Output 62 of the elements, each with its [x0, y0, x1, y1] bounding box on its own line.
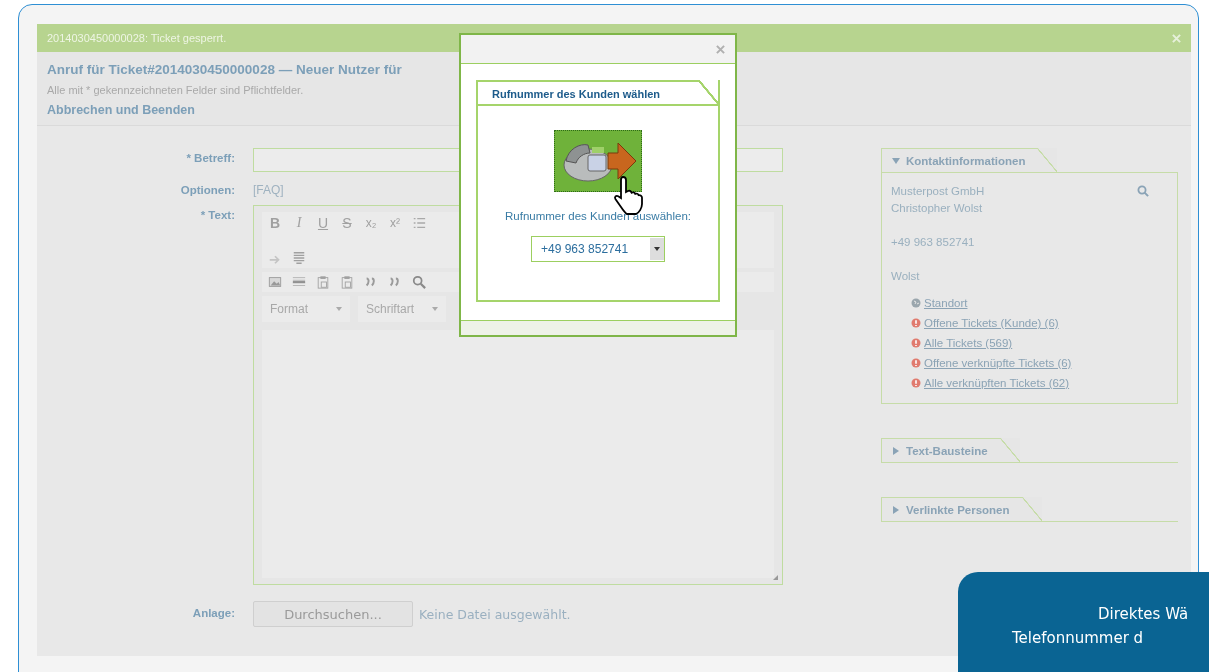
- cancel-link[interactable]: Abbrechen und Beenden: [47, 103, 195, 117]
- field-label: * Betreff:: [185, 151, 235, 166]
- editor-dropdown[interactable]: Schriftart: [358, 296, 446, 322]
- format-button[interactable]: U: [316, 215, 330, 231]
- ticket-link[interactable]: Offene verknüpfte Tickets (6): [924, 357, 1072, 369]
- panel-title: Verlinkte Personen: [906, 503, 1010, 516]
- file-status: Keine Datei ausgewählt.: [419, 606, 571, 622]
- panel-tab[interactable]: Text-Bausteine: [881, 438, 1020, 462]
- contact-detail: Wolst: [891, 269, 920, 284]
- contact-detail: Christopher Wolst: [891, 201, 983, 216]
- ticket-link[interactable]: Offene Tickets (Kunde) (6): [924, 317, 1059, 329]
- format-button[interactable]: x₂: [364, 216, 378, 230]
- format-button[interactable]: B: [268, 215, 282, 231]
- image-icon[interactable]: [268, 275, 282, 289]
- document-icon[interactable]: [292, 251, 306, 265]
- alert-icon: [911, 378, 921, 388]
- expand-triangle-icon: [892, 505, 900, 514]
- globe-icon: [911, 298, 921, 308]
- alert-icon: [911, 318, 921, 328]
- search-icon[interactable]: [412, 275, 426, 289]
- ticket-link[interactable]: Standort: [924, 297, 968, 309]
- alert-icon: [911, 338, 921, 348]
- panel-title: Kontaktinformationen: [906, 154, 1026, 167]
- panel-tab[interactable]: Kontaktinformationen: [881, 148, 1058, 172]
- field-label: * Text:: [199, 208, 235, 223]
- phone-select-label: Rufnummer des Kunden auswählen:: [505, 210, 691, 222]
- search-icon[interactable]: [1137, 185, 1149, 197]
- format-button[interactable]: x²: [388, 216, 402, 230]
- clipboard-icon[interactable]: [316, 275, 330, 289]
- list-icon[interactable]: [412, 216, 426, 230]
- caret-icon: [336, 307, 342, 311]
- section-title: Rufnummer des Kunden wählen: [476, 80, 718, 104]
- resize-grip-icon[interactable]: [773, 575, 778, 580]
- field-label: Optionen:: [179, 183, 235, 197]
- quote-icon[interactable]: [364, 275, 378, 289]
- contact-detail: +49 963 852741: [891, 235, 975, 250]
- close-icon[interactable]: [716, 44, 725, 54]
- ticket-link[interactable]: Alle verknüpften Tickets (62): [924, 377, 1070, 389]
- collapse-triangle-icon: [892, 156, 900, 165]
- phone-number-select[interactable]: +49 963 852741: [531, 236, 665, 262]
- call-button[interactable]: [554, 130, 642, 192]
- alert-icon: [911, 358, 921, 368]
- format-button[interactable]: I: [292, 215, 306, 231]
- callout-text: Telefonnummer d: [1012, 629, 1145, 647]
- ticket-link[interactable]: Alle Tickets (569): [924, 337, 1013, 349]
- page-title: Anruf für Ticket#2014030450000028 — Neuer Nutzer für: [47, 62, 402, 77]
- contact-detail: Musterpost GmbH: [891, 184, 985, 199]
- editor-dropdown[interactable]: Format: [262, 296, 350, 322]
- callout-text: Direktes Wä: [1098, 605, 1190, 623]
- format-button[interactable]: S: [340, 215, 354, 231]
- panel-title: Text-Bausteine: [906, 444, 988, 457]
- required-hint: Alle mit * gekennzeichneten Felder sind Pflichtfelder.: [47, 84, 304, 96]
- notice-text: 2014030450000028: Ticket gesperrt.: [47, 32, 227, 44]
- horizontal-rule-icon[interactable]: [292, 275, 306, 289]
- clipboard-icon[interactable]: [340, 275, 354, 289]
- caret-icon: [654, 247, 660, 251]
- field-label: Anlage:: [191, 606, 235, 621]
- quote-icon[interactable]: [388, 275, 402, 289]
- expand-triangle-icon: [892, 446, 900, 455]
- browse-button[interactable]: Durchsuchen...: [253, 601, 413, 627]
- caret-icon: [432, 307, 438, 311]
- panel-tab[interactable]: Verlinkte Personen: [881, 497, 1042, 521]
